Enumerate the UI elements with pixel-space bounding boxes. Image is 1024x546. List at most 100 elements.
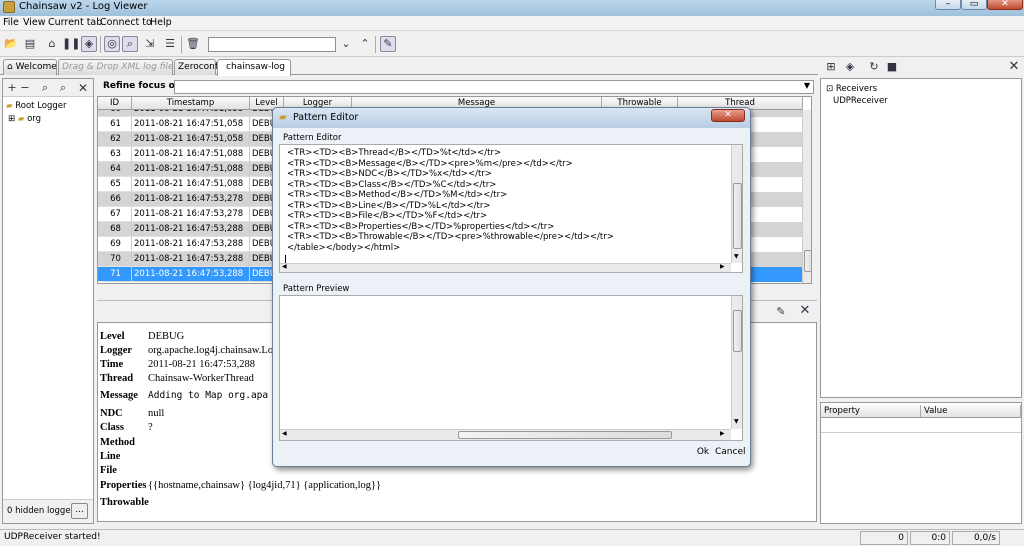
refine-input[interactable]: ▼: [174, 80, 814, 94]
cell-id: 71: [98, 267, 132, 282]
hidden-loggers-button[interactable]: ...: [71, 503, 88, 519]
hidden-loggers-label: 0 hidden loggers: [7, 506, 79, 516]
editor-hscroll[interactable]: ◀ ▶: [280, 263, 731, 272]
collapse-icon[interactable]: −: [17, 80, 33, 96]
close-tree-icon[interactable]: ✕: [75, 80, 91, 96]
tab-drag-drop[interactable]: Drag & Drop XML log files here: [58, 59, 202, 75]
detail-key-class: Class: [100, 422, 124, 433]
tree-org[interactable]: ⊞ ▰ org: [8, 114, 41, 124]
scroll-down-icon[interactable]: ▼: [734, 253, 739, 260]
open-file-icon[interactable]: 📂: [3, 36, 19, 52]
preview-hscroll[interactable]: ◀ ▶: [280, 429, 731, 440]
tree-root-label: Root Logger: [15, 101, 67, 111]
receivers-root-label: Receivers: [835, 84, 878, 94]
receivers-toolbar: ⊞ ◈ ↻ ■ ✕: [820, 58, 1024, 76]
edit-pattern-icon[interactable]: ✎: [773, 304, 789, 320]
detail-key-message: Message: [100, 390, 138, 401]
cell-id: 66: [98, 192, 132, 207]
detail-key-properties: Properties: [100, 480, 147, 491]
scroll-to-bottom-icon[interactable]: ⇲: [142, 36, 158, 52]
cell-id: 69: [98, 237, 132, 252]
detail-value-logger: org.apache.log4j.chainsaw.Lo: [148, 345, 274, 356]
editor-vscroll[interactable]: ▼: [731, 145, 742, 263]
detail-value-thread: Chainsaw-WorkerThread: [148, 373, 254, 384]
refine-label: Refine focus on:: [103, 81, 185, 91]
detail-key-time: Time: [100, 359, 124, 370]
pattern-line: </table></body></html>: [287, 242, 401, 253]
menu-file[interactable]: File: [3, 17, 19, 28]
tab-chainsaw-log[interactable]: chainsaw-log: [217, 59, 291, 76]
find-input[interactable]: [208, 37, 336, 52]
close-detail-icon[interactable]: ✕: [797, 303, 813, 319]
zoom-in-icon[interactable]: ⌕: [37, 80, 53, 96]
pattern-line: <TR><TD><B>Method</B></TD>%M</td></tr>: [287, 190, 508, 200]
tab-welcome-label: Welcome: [15, 62, 57, 72]
col-timestamp[interactable]: Timestamp: [132, 97, 250, 110]
print-icon[interactable]: ▤: [22, 36, 38, 52]
receiver-item[interactable]: UDPReceiver: [833, 96, 888, 106]
cell-id: 61: [98, 117, 132, 132]
close-window-button[interactable]: ✕: [987, 0, 1023, 10]
refine-bar: Refine focus on: ▼: [97, 78, 817, 96]
cell-ts: 2011-08-21 16:47:51,058: [132, 117, 250, 132]
scroll-right-icon[interactable]: ▶: [720, 263, 725, 270]
find-previous-icon[interactable]: ⌃: [357, 36, 373, 52]
table-icon[interactable]: ☰: [162, 36, 178, 52]
restart-icon[interactable]: ↻: [866, 59, 882, 75]
tab-zeroconf[interactable]: Zeroconf: [174, 59, 219, 75]
property-row[interactable]: [821, 419, 1021, 433]
col-id[interactable]: ID: [98, 97, 132, 110]
zoom-out-icon[interactable]: ⌕: [55, 80, 71, 96]
tab-welcome[interactable]: ⌂ Welcome: [3, 59, 57, 75]
status-ratio: 0:0: [910, 531, 950, 545]
table-scroll-thumb[interactable]: [804, 250, 811, 272]
receivers-toggle-icon[interactable]: ✎: [380, 36, 396, 52]
new-receiver-icon[interactable]: ⊞: [823, 59, 839, 75]
window-title: Chainsaw v2 - Log Viewer: [19, 1, 148, 12]
table-scrollbar[interactable]: [802, 110, 811, 283]
menu-current-tab[interactable]: Current tab: [48, 17, 102, 28]
detail-pane-icon[interactable]: ◈: [81, 36, 97, 52]
dropdown-icon[interactable]: ▼: [804, 81, 810, 90]
cell-ts: 2011-08-21 16:47:51,088: [132, 162, 250, 177]
pause-icon[interactable]: ❚❚: [62, 36, 80, 52]
menu-view[interactable]: View: [23, 17, 46, 28]
clear-trash-icon[interactable]: 🗑: [185, 36, 201, 52]
close-receivers-icon[interactable]: ✕: [1006, 59, 1022, 75]
tab-zeroconf-label: Zeroconf: [178, 62, 219, 72]
detail-key-line: Line: [100, 451, 121, 462]
detail-key-ndc: NDC: [100, 408, 123, 419]
preview-vscroll-thumb[interactable]: [733, 310, 742, 352]
receiver-settings-icon[interactable]: ◈: [842, 59, 858, 75]
home-icon[interactable]: ⌂: [44, 36, 60, 52]
preview-scroll-right-icon[interactable]: ▶: [720, 430, 725, 437]
find-icon[interactable]: ⌕: [122, 36, 138, 52]
preview-scroll-left-icon[interactable]: ◀: [282, 430, 287, 437]
find-next-icon[interactable]: ⌄: [338, 36, 354, 52]
stop-icon[interactable]: ■: [884, 59, 900, 75]
minimize-button[interactable]: –: [935, 0, 961, 10]
pattern-line: <TR><TD><B>Class</B></TD>%C</td></tr>: [287, 179, 497, 190]
scroll-left-icon[interactable]: ◀: [282, 263, 287, 270]
maximize-button[interactable]: ▭: [961, 0, 987, 10]
editor-vscroll-thumb[interactable]: [733, 183, 742, 249]
pattern-editor-textarea[interactable]: <TR><TD><B>Thread</B></TD>%t</td></tr> <T…: [279, 144, 743, 273]
refine-icon[interactable]: ◎: [104, 36, 120, 52]
logger-tree-panel: + − ⌕ ⌕ ✕ ▰ Root Logger ⊞ ▰ org 0 hidden…: [2, 78, 94, 524]
preview-vscroll[interactable]: ▼: [731, 296, 742, 429]
preview-hscroll-thumb[interactable]: [458, 431, 672, 439]
menu-help[interactable]: Help: [150, 17, 172, 28]
tree-root[interactable]: ▰ Root Logger: [6, 101, 67, 111]
menu-bar: File View Current tab Connect to Help: [0, 16, 1024, 31]
pattern-line: <TR><TD><B>Message</B></TD><pre>%m</pre>…: [287, 158, 573, 169]
pattern-text: <TR><TD><B>Thread</B></TD>%t</td></tr> <T…: [287, 148, 614, 253]
menu-connect-to[interactable]: Connect to: [100, 17, 152, 28]
preview-scroll-down-icon[interactable]: ▼: [734, 418, 739, 425]
pattern-line: <TR><TD><B>Thread</B></TD>%t</td></tr>: [287, 148, 502, 158]
receivers-root[interactable]: ⊡ Receivers: [826, 84, 877, 94]
tab-strip: ⌂ Welcome Drag & Drop XML log files here…: [0, 58, 818, 76]
dialog-close-button[interactable]: ✕: [711, 109, 745, 122]
cancel-button[interactable]: Cancel: [715, 446, 746, 459]
app-icon: [3, 1, 15, 13]
ok-button[interactable]: Ok: [695, 446, 711, 459]
